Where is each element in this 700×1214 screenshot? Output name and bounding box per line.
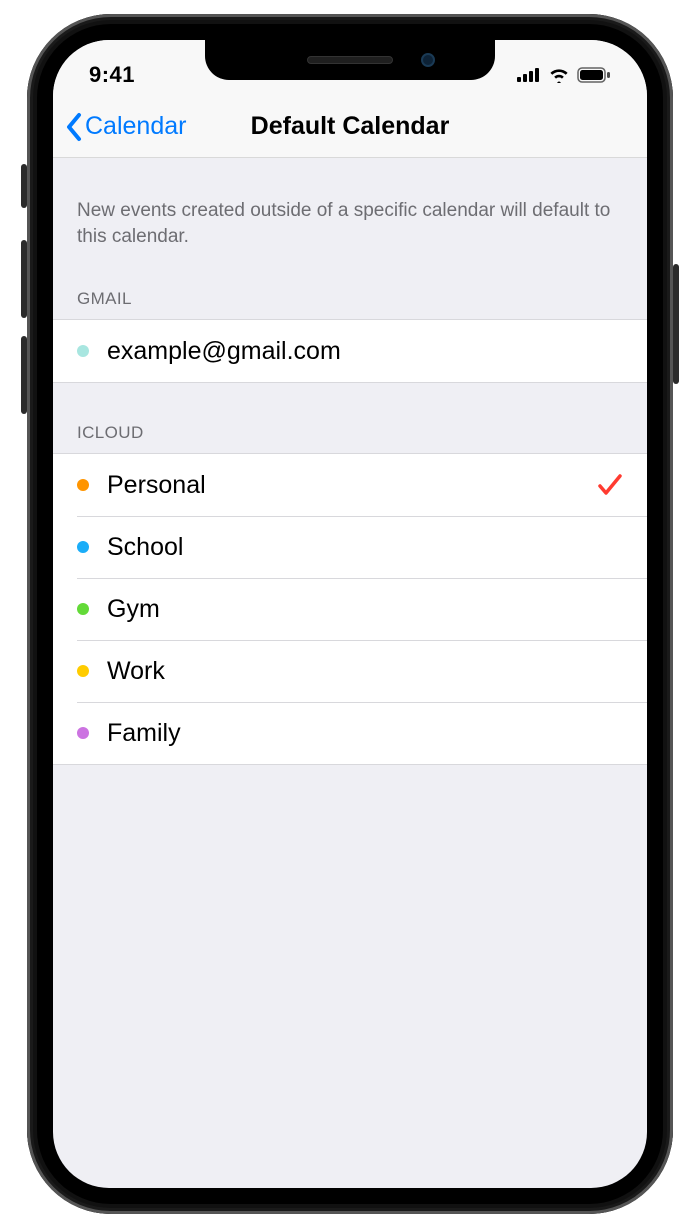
calendar-row-school[interactable]: School xyxy=(53,516,647,578)
calendar-color-dot xyxy=(77,479,89,491)
cellular-icon xyxy=(517,68,541,82)
status-time: 9:41 xyxy=(89,62,135,88)
screen: 9:41 xyxy=(53,40,647,1188)
group-icloud: Personal School Gym xyxy=(53,453,647,765)
calendar-label: Gym xyxy=(107,595,623,624)
calendar-label: example@gmail.com xyxy=(107,337,623,366)
volume-down-button xyxy=(21,336,27,414)
calendar-color-dot xyxy=(77,345,89,357)
page-title: Default Calendar xyxy=(251,112,450,141)
group-gmail: example@gmail.com xyxy=(53,319,647,383)
group-header-gmail: GMAIL xyxy=(53,261,647,319)
calendar-row-family[interactable]: Family xyxy=(53,702,647,764)
calendar-label: Work xyxy=(107,657,623,686)
battery-icon xyxy=(577,67,611,83)
earpiece-speaker xyxy=(307,56,393,64)
phone-frame: 9:41 xyxy=(27,14,673,1214)
calendar-color-dot xyxy=(77,665,89,677)
calendar-row-work[interactable]: Work xyxy=(53,640,647,702)
chevron-left-icon xyxy=(65,112,83,142)
calendar-label: Personal xyxy=(107,471,579,500)
front-camera xyxy=(421,53,435,67)
calendar-color-dot xyxy=(77,727,89,739)
power-button xyxy=(673,264,679,384)
section-description: New events created outside of a specific… xyxy=(53,158,647,261)
calendar-row-gym[interactable]: Gym xyxy=(53,578,647,640)
back-button[interactable]: Calendar xyxy=(65,96,186,157)
mute-switch xyxy=(21,164,27,208)
group-header-icloud: ICLOUD xyxy=(53,383,647,453)
notch xyxy=(205,40,495,80)
wifi-icon xyxy=(548,67,570,83)
calendar-label: School xyxy=(107,533,623,562)
calendar-label: Family xyxy=(107,719,623,748)
status-indicators xyxy=(517,67,611,83)
nav-bar: Calendar Default Calendar xyxy=(53,96,647,158)
calendar-row-personal[interactable]: Personal xyxy=(53,454,647,516)
back-label: Calendar xyxy=(85,112,186,141)
content: New events created outside of a specific… xyxy=(53,158,647,765)
volume-up-button xyxy=(21,240,27,318)
phone-bezel: 9:41 xyxy=(37,24,663,1204)
checkmark-icon xyxy=(597,473,623,497)
calendar-row-gmail-0[interactable]: example@gmail.com xyxy=(53,320,647,382)
calendar-color-dot xyxy=(77,603,89,615)
calendar-color-dot xyxy=(77,541,89,553)
